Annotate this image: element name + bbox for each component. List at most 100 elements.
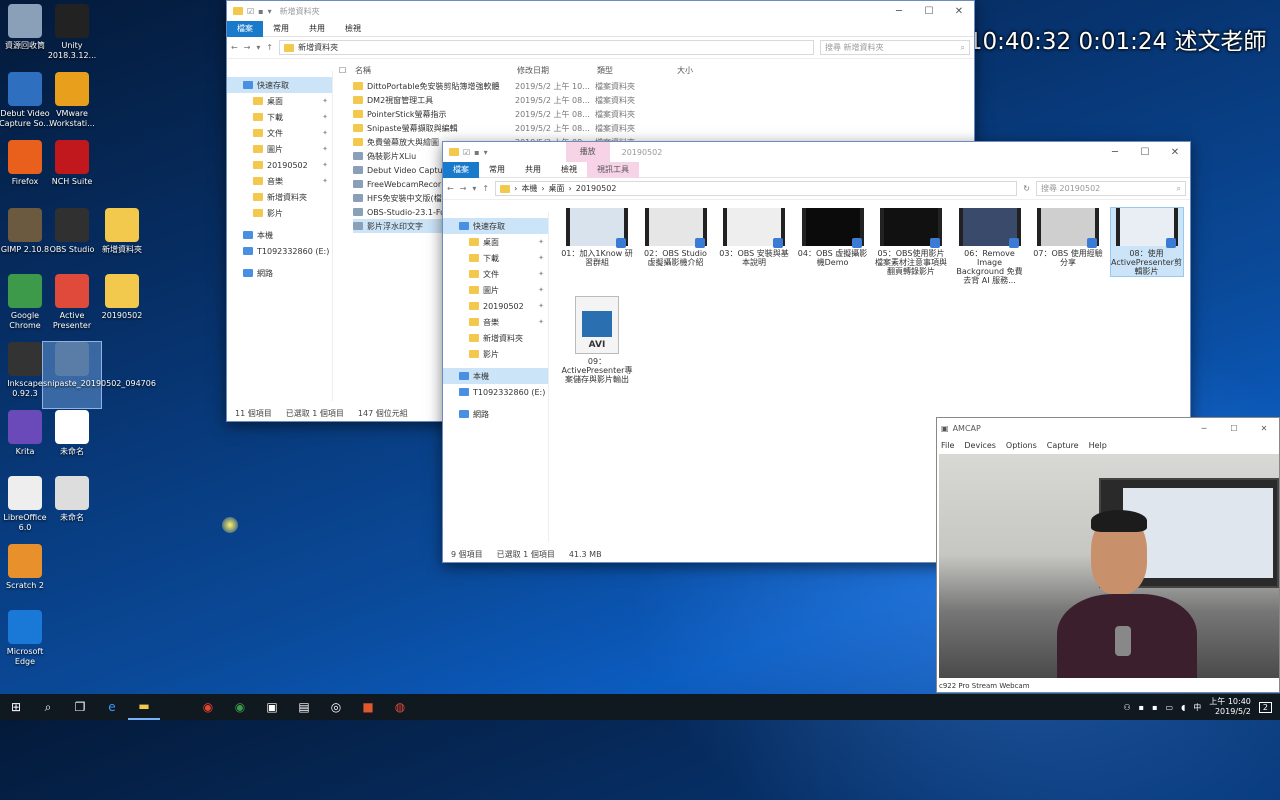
nav-item[interactable]: 影片 [227,205,332,221]
checkmark-icon[interactable]: ☑ [247,7,254,16]
tab-video-tools[interactable]: 視訊工具 [587,162,639,178]
powerpoint-icon[interactable]: ■ [352,694,384,720]
desktop-icon[interactable]: snipaste_20190502_094706 [43,342,101,408]
menu-devices[interactable]: Devices [964,441,996,450]
volume-icon[interactable]: ◖ [1181,703,1185,712]
nav-item[interactable]: 本機 [227,227,332,243]
back-arrow-icon[interactable]: ← [231,43,238,52]
dropdown-icon[interactable]: ▾ [484,148,488,157]
nav-item[interactable]: 桌面✦ [443,234,548,250]
amcap-icon[interactable]: ▣ [256,694,288,720]
nav-item[interactable]: 圖片✦ [227,141,332,157]
search-input[interactable]: 搜尋 新增資料夾⌕ [820,40,970,55]
menu-file[interactable]: File [941,441,954,450]
forward-arrow-icon[interactable]: → [244,43,251,52]
desktop-icon[interactable]: 未命名 [43,410,101,457]
tray-app-icon[interactable]: ▪ [1139,703,1144,712]
file-explorer-icon[interactable]: ▬ [128,694,160,720]
dropdown-icon[interactable]: ▾ [268,7,272,16]
column-type[interactable]: 類型 [597,65,677,76]
tray-app-icon[interactable]: ▪ [1152,703,1157,712]
forward-arrow-icon[interactable]: → [460,184,467,193]
chrome-icon[interactable]: ◉ [224,694,256,720]
video-file-item[interactable]: 01：加入1Know 研習群組 [561,208,633,267]
title-bar[interactable]: ▣ AMCAP ─☐✕ [937,418,1279,438]
nav-item[interactable]: 20190502✦ [443,298,548,314]
nav-item[interactable]: 文件✦ [227,125,332,141]
nav-item[interactable]: 影片 [443,346,548,362]
nav-item[interactable]: 下載✦ [227,109,332,125]
breadcrumb-this-pc[interactable]: 本機 [521,183,537,194]
nav-item[interactable]: 音樂✦ [443,314,548,330]
task-view-icon[interactable]: ❐ [64,694,96,720]
desktop-icon[interactable]: VMware Workstati... [43,72,101,129]
nav-item[interactable]: 圖片✦ [443,282,548,298]
search-input[interactable]: 搜尋 20190502⌕ [1036,181,1186,196]
desktop-icon[interactable]: 新增資料夾 [93,208,151,255]
desktop-icon[interactable]: Scratch 2 [0,544,54,591]
video-file-item[interactable]: 04：OBS 虛擬攝影機Demo [797,208,869,267]
file-row[interactable]: Snipaste螢幕擷取與編輯2019/5/2 上午 08...檔案資料夾 [353,121,969,135]
up-arrow-icon[interactable]: ↑ [266,43,273,52]
tab-home[interactable]: 常用 [479,162,515,178]
people-icon[interactable]: ⚇ [1124,703,1131,712]
close-button[interactable]: ✕ [1249,424,1279,433]
address-bar[interactable]: 新增資料夾 [279,40,814,55]
notification-icon[interactable]: 2 [1259,702,1272,713]
video-file-item[interactable]: 07：OBS 使用經驗分享 [1032,208,1104,267]
up-arrow-icon[interactable]: ↑ [482,184,489,193]
chrome-icon[interactable]: ◉ [192,694,224,720]
nav-item[interactable]: 20190502✦ [227,157,332,173]
minimize-button[interactable]: ─ [884,6,914,17]
tab-share[interactable]: 共用 [299,21,335,37]
desktop-icon[interactable]: 20190502 [93,274,151,321]
column-name[interactable]: 名稱 [355,65,517,76]
file-row[interactable]: PointerStick螢幕指示2019/5/2 上午 08...檔案資料夾 [353,107,969,121]
menu-capture[interactable]: Capture [1047,441,1079,450]
breadcrumb-desktop[interactable]: 桌面 [549,183,565,194]
nav-item[interactable]: 快速存取 [227,77,332,93]
recent-dropdown-icon[interactable]: ▾ [472,184,476,193]
nav-item[interactable]: 新增資料夾 [227,189,332,205]
activepresenter-icon[interactable]: ◍ [384,694,416,720]
recent-dropdown-icon[interactable]: ▾ [256,43,260,52]
nav-item[interactable]: 快速存取 [443,218,548,234]
desktop-icon[interactable]: Microsoft Edge [0,610,54,667]
column-size[interactable]: 大小 [677,65,737,76]
menu-options[interactable]: Options [1006,441,1037,450]
video-file-item[interactable]: 08：使用ActivePresenter剪輯影片 [1111,208,1183,276]
address-bar[interactable]: › 本機 › 桌面 › 20190502 [495,181,1017,196]
nav-item[interactable]: 桌面✦ [227,93,332,109]
desktop-icon[interactable]: 未命名 [43,476,101,523]
video-file-item[interactable]: AVI09：ActivePresenter專案儲存與影片輸出 [561,296,633,384]
tab-view[interactable]: 檢視 [335,21,371,37]
maximize-button[interactable]: ☐ [1219,424,1249,433]
video-file-item[interactable]: 05：OBS使用影片檔案素材注意事項與翻頁轉錄影片 [875,208,947,276]
minimize-button[interactable]: ─ [1189,424,1219,433]
folder-icon[interactable]: ▪ [474,148,479,157]
close-button[interactable]: ✕ [944,6,974,17]
amcap-window[interactable]: ▣ AMCAP ─☐✕ File Devices Options Capture… [936,417,1280,693]
file-row[interactable]: DittoPortable免安裝剪貼簿增強軟體2019/5/2 上午 10...… [353,79,969,93]
tab-home[interactable]: 常用 [263,21,299,37]
obs-icon[interactable]: ◎ [320,694,352,720]
back-arrow-icon[interactable]: ← [447,184,454,193]
nav-item[interactable]: 網路 [443,406,548,422]
column-date[interactable]: 修改日期 [517,65,597,76]
nav-item[interactable]: 音樂✦ [227,173,332,189]
video-app-icon[interactable]: ▤ [288,694,320,720]
video-file-item[interactable]: 06：Remove Image Background 免費去背 AI 服務... [954,208,1026,285]
checkmark-icon[interactable]: ☑ [463,148,470,157]
tab-file[interactable]: 檔案 [227,21,263,37]
nav-item[interactable]: 本機 [443,368,548,384]
maximize-button[interactable]: ☐ [914,6,944,17]
refresh-icon[interactable]: ↻ [1023,184,1030,193]
search-icon[interactable]: ⌕ [32,694,64,720]
nav-item[interactable]: 新增資料夾 [443,330,548,346]
video-file-item[interactable]: 03：OBS 安裝與基本說明 [718,208,790,267]
file-row[interactable]: DM2視窗管理工具2019/5/2 上午 08...檔案資料夾 [353,93,969,107]
maximize-button[interactable]: ☐ [1130,147,1160,158]
video-file-item[interactable]: 02：OBS Studio 虛擬攝影機介紹 [640,208,712,267]
close-button[interactable]: ✕ [1160,147,1190,158]
nav-item[interactable]: T1092332860 (E:) [227,243,332,259]
